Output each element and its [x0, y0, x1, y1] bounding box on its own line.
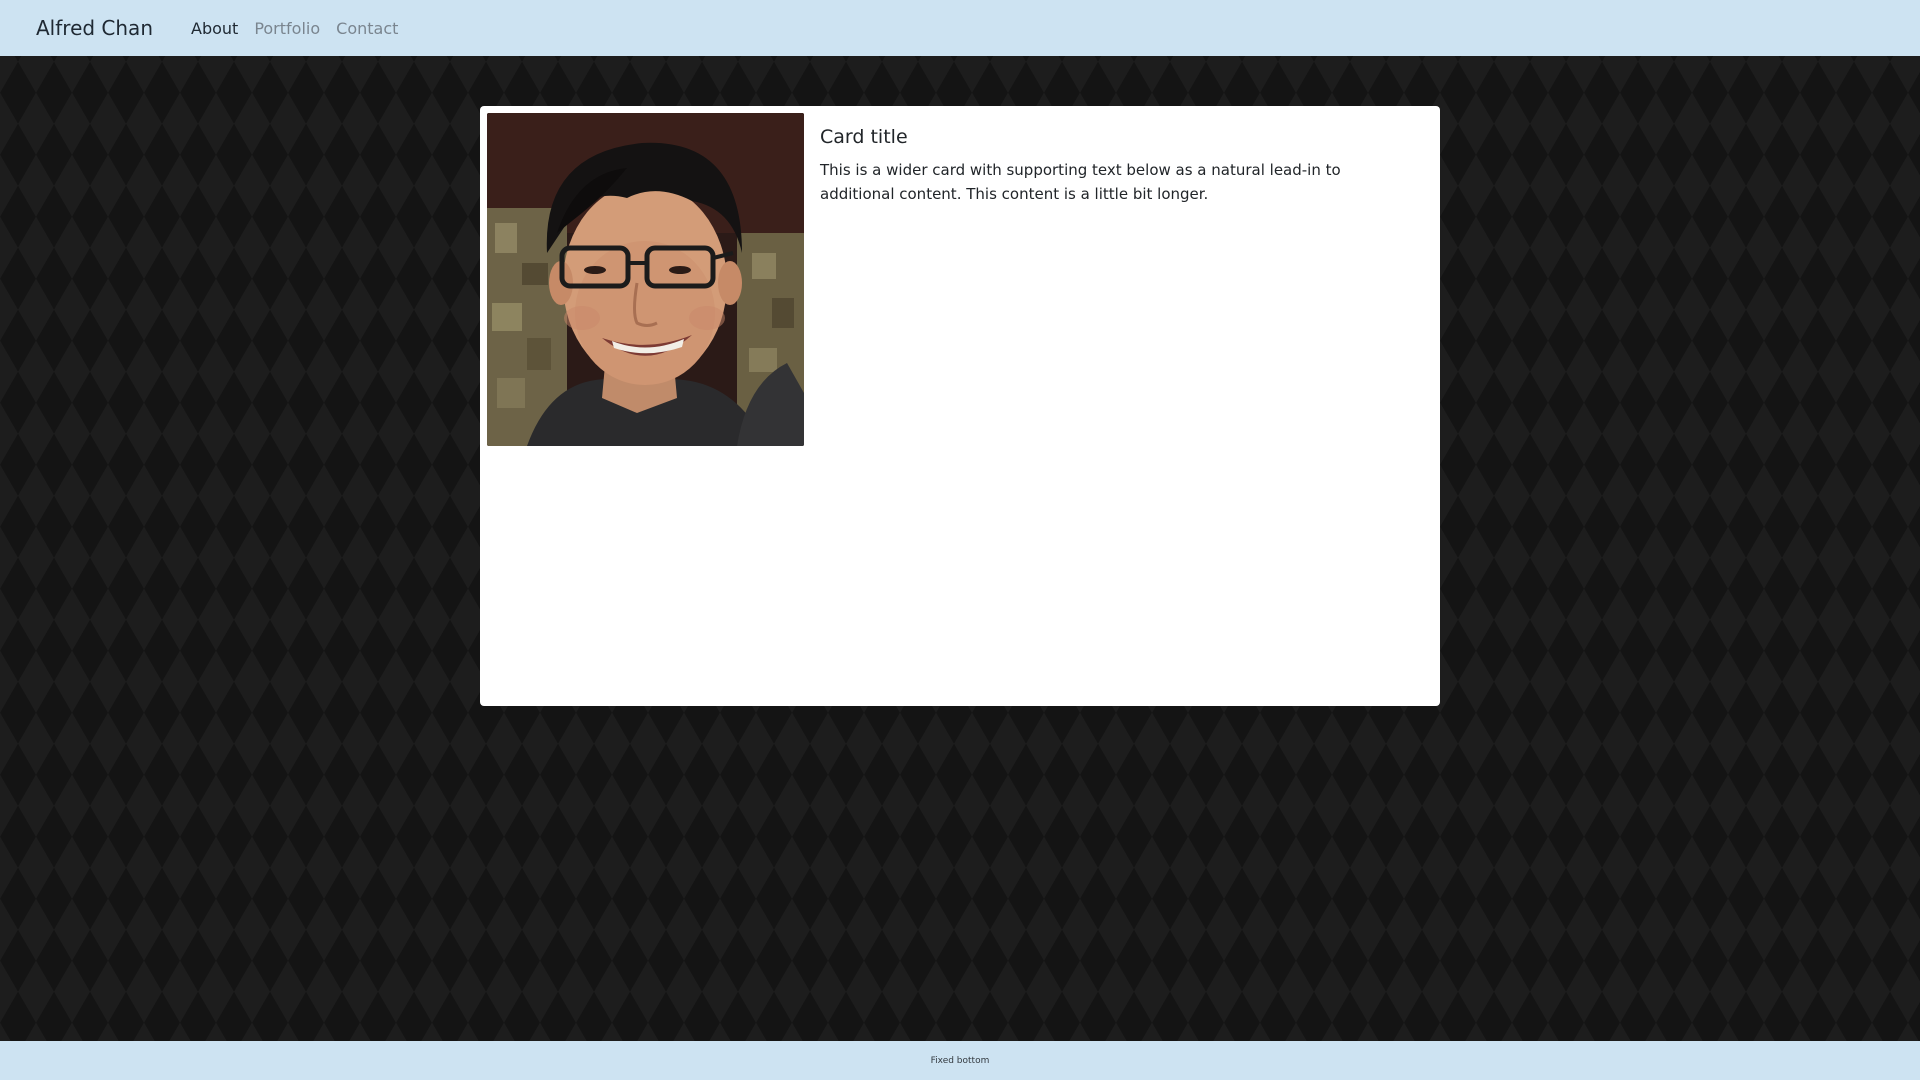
footer-text: Fixed bottom — [930, 1055, 990, 1066]
card-title: Card title — [820, 126, 908, 148]
top-navbar: Alfred Chan About Portfolio Contact — [0, 0, 1920, 56]
nav-item-portfolio[interactable]: Portfolio — [254, 19, 320, 38]
card-body: Card title This is a wider card with sup… — [820, 126, 1400, 206]
card-text: This is a wider card with supporting tex… — [820, 161, 1341, 203]
profile-card: Card title This is a wider card with sup… — [480, 106, 1440, 706]
navbar-brand[interactable]: Alfred Chan — [36, 16, 153, 40]
profile-photo — [487, 113, 804, 446]
nav-item-contact[interactable]: Contact — [336, 19, 398, 38]
fixed-bottom-footer: Fixed bottom — [0, 1041, 1920, 1080]
nav-item-about[interactable]: About — [191, 19, 238, 38]
